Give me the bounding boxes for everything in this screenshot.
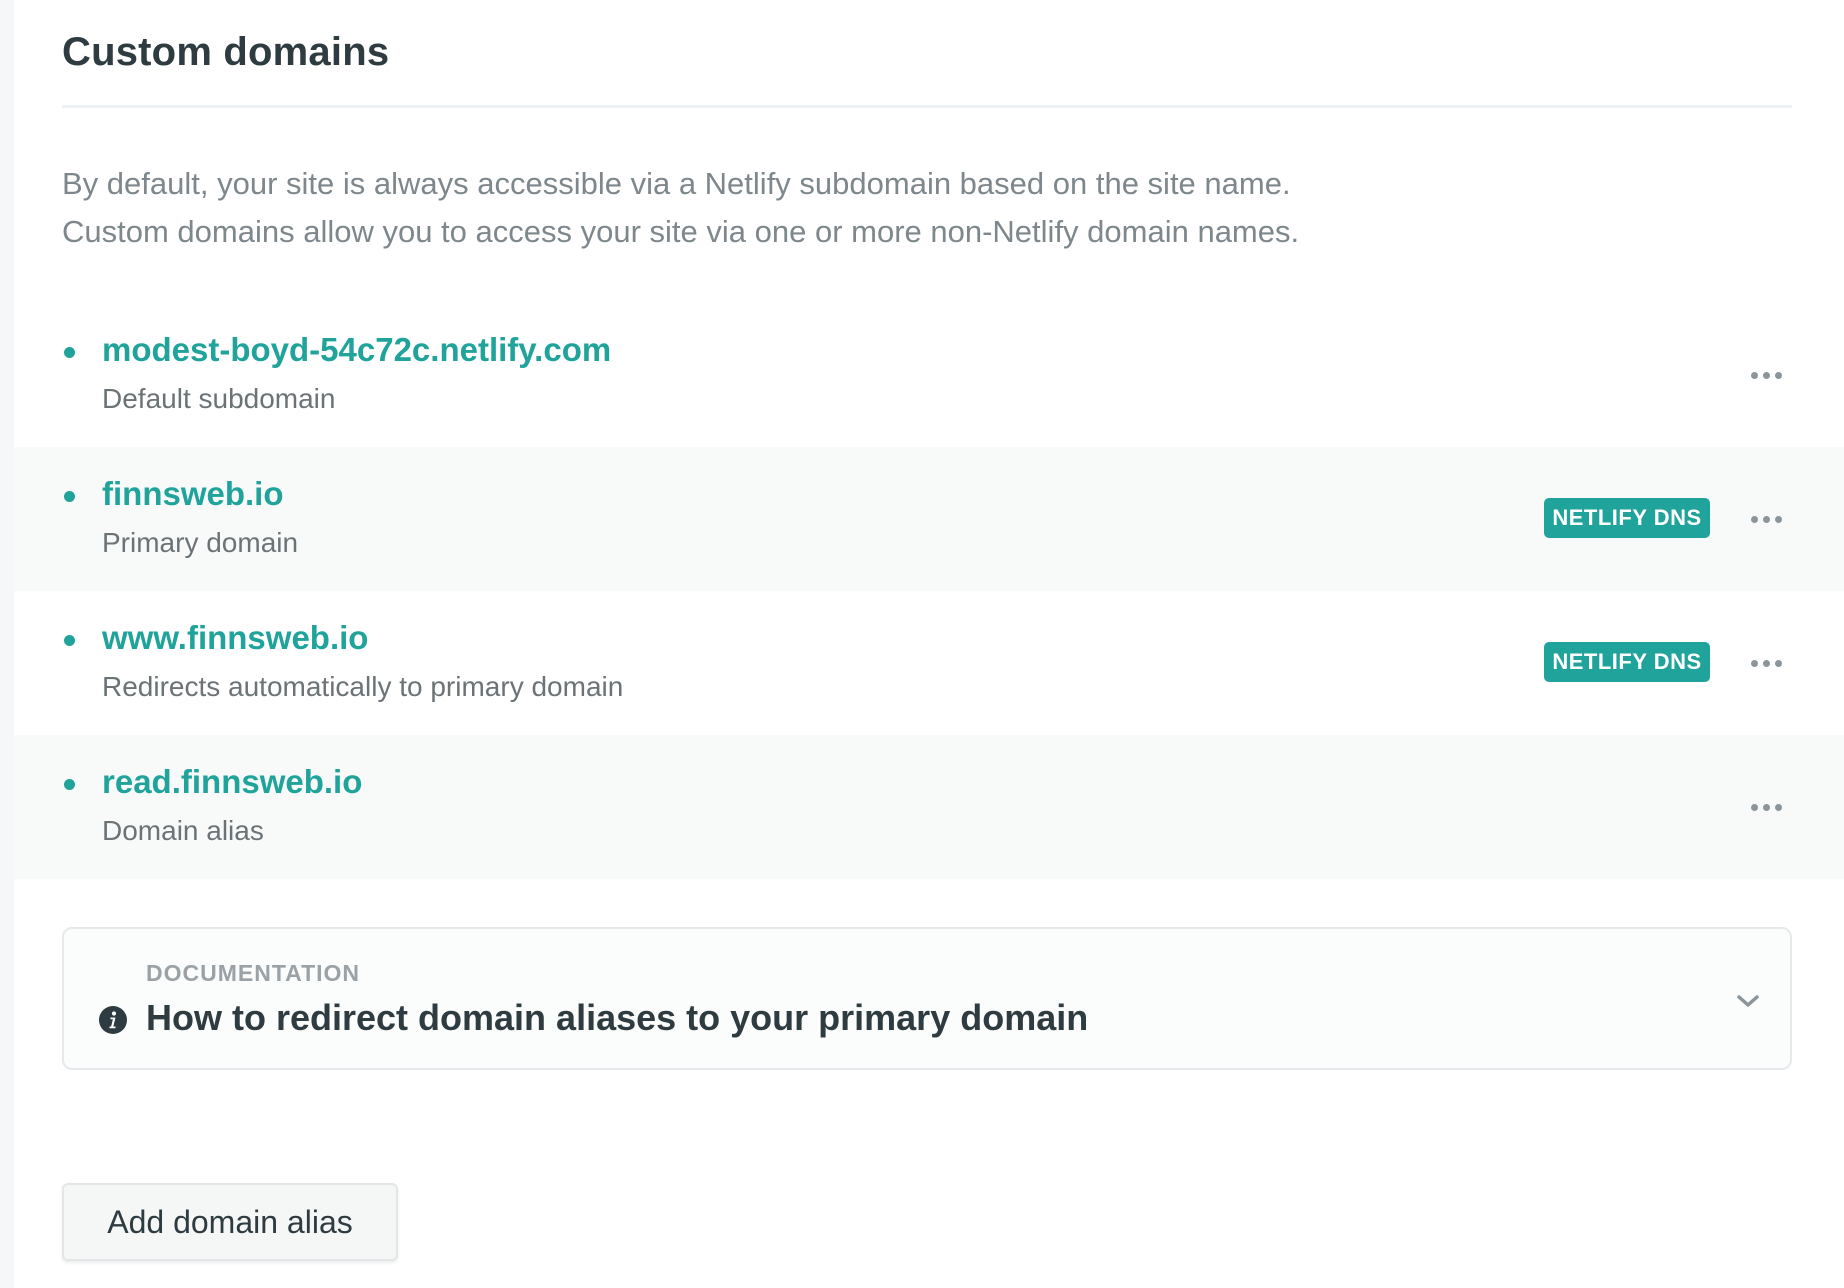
- more-dot: [1762, 371, 1770, 379]
- add-domain-alias-button[interactable]: Add domain alias: [62, 1183, 398, 1261]
- more-dot: [1774, 515, 1782, 523]
- domain-options-button[interactable]: [1744, 789, 1788, 825]
- status-dot: [64, 779, 75, 790]
- domain-options-button[interactable]: [1744, 501, 1788, 537]
- section-description: By default, your site is always accessib…: [62, 160, 1662, 256]
- more-horizontal-icon: [1750, 515, 1758, 523]
- domain-options-button[interactable]: [1744, 645, 1788, 681]
- chevron-down-icon: [1737, 995, 1759, 1007]
- more-dot: [1774, 371, 1782, 379]
- status-dot: [64, 491, 75, 502]
- domain-row-www: www.finnsweb.io Redirects automatically …: [14, 591, 1844, 735]
- domain-list: modest-boyd-54c72c.netlify.com Default s…: [14, 303, 1844, 879]
- netlify-dns-badge: NETLIFY DNS: [1544, 642, 1710, 682]
- more-dot: [1774, 659, 1782, 667]
- domain-subtitle: Default subdomain: [102, 383, 336, 414]
- card-header: Custom domains: [62, 0, 1792, 108]
- description-line-2: Custom domains allow you to access your …: [62, 214, 1300, 249]
- domain-link[interactable]: finnsweb.io: [102, 475, 284, 513]
- domain-row-default: modest-boyd-54c72c.netlify.com Default s…: [14, 303, 1844, 447]
- domain-subtitle: Domain alias: [102, 815, 264, 846]
- domain-subtitle: Primary domain: [102, 527, 299, 558]
- status-dot: [64, 347, 75, 358]
- description-line-1: By default, your site is always accessib…: [62, 166, 1291, 201]
- documentation-kicker: DOCUMENTATION: [146, 960, 361, 986]
- more-dot: [1762, 515, 1770, 523]
- domain-link[interactable]: www.finnsweb.io: [102, 619, 368, 657]
- page-title: Custom domains: [62, 30, 390, 74]
- documentation-title: How to redirect domain aliases to your p…: [146, 997, 1089, 1038]
- domain-link[interactable]: read.finnsweb.io: [102, 763, 362, 801]
- domain-row-primary: finnsweb.io Primary domain NETLIFY DNS: [14, 447, 1844, 591]
- status-dot: [64, 635, 75, 646]
- netlify-dns-badge: NETLIFY DNS: [1544, 498, 1710, 538]
- more-horizontal-icon: [1750, 659, 1758, 667]
- more-dot: [1774, 803, 1782, 811]
- documentation-accordion[interactable]: DOCUMENTATION How to redirect domain ali…: [62, 927, 1792, 1070]
- domain-link[interactable]: modest-boyd-54c72c.netlify.com: [102, 331, 611, 369]
- custom-domains-card: Custom domains By default, your site is …: [14, 0, 1844, 1288]
- info-circle-icon: [99, 1006, 127, 1034]
- domain-row-alias: read.finnsweb.io Domain alias: [14, 735, 1844, 879]
- more-horizontal-icon: [1750, 371, 1758, 379]
- domain-options-button[interactable]: [1744, 357, 1788, 393]
- more-dot: [1762, 659, 1770, 667]
- more-horizontal-icon: [1750, 803, 1758, 811]
- more-dot: [1762, 803, 1770, 811]
- domain-subtitle: Redirects automatically to primary domai…: [102, 671, 624, 702]
